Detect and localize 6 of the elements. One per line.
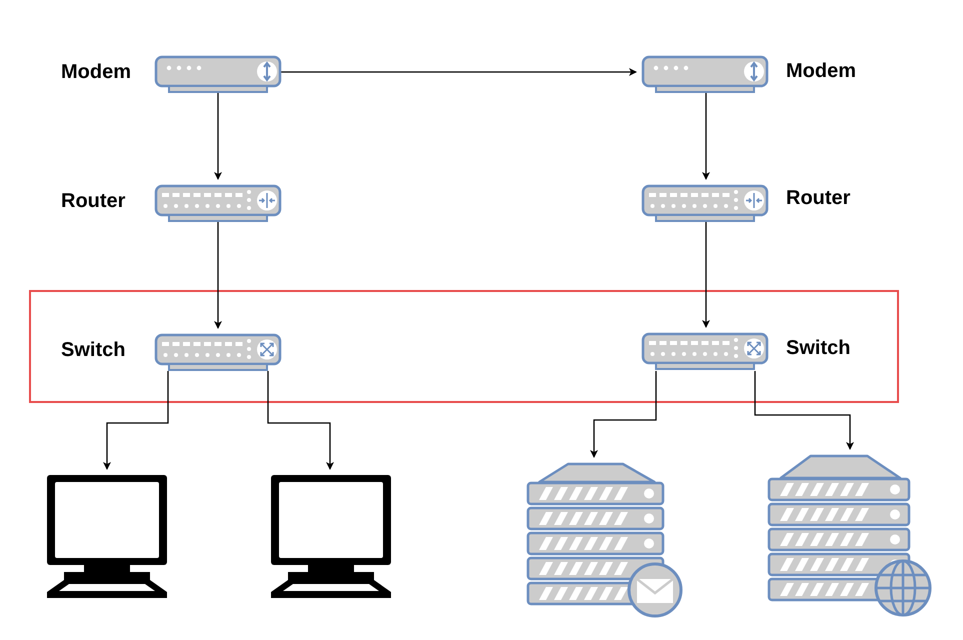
node-label: Switch bbox=[786, 336, 850, 360]
node-label: Modem bbox=[61, 60, 131, 84]
node-label: Router bbox=[61, 189, 126, 213]
node-label: Modem bbox=[786, 59, 856, 83]
node-label: Switch bbox=[61, 338, 126, 362]
node-label: Router bbox=[786, 186, 850, 210]
